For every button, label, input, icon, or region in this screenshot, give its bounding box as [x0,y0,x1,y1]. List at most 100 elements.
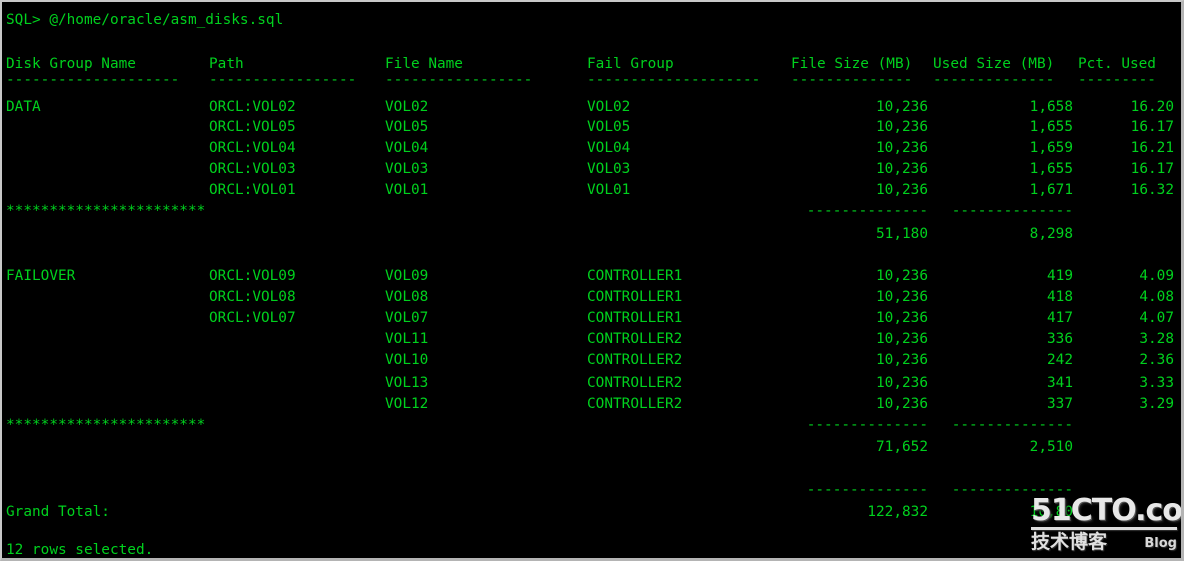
cell-fail-group: CONTROLLER2 [587,375,683,391]
cell-path: ORCL:VOL02 [209,99,296,115]
cell-fail-group: CONTROLLER1 [587,310,683,326]
rule-used-size: -------------- [933,72,1055,88]
cell-fail-group: CONTROLLER2 [587,352,683,368]
cell-file-name: VOL12 [385,396,429,412]
cell-file-name: VOL02 [385,99,429,115]
table-row: ORCL:VOL05 VOL05 VOL05 10,236 1,655 16.1… [6,117,1174,137]
cell-file-name: VOL13 [385,375,429,391]
group-subtotal-row: 51,180 8,298 [6,224,1073,244]
cell-file-name: VOL10 [385,352,429,368]
table-row: ORCL:VOL08 VOL08 CONTROLLER1 10,236 418 … [6,287,1174,307]
table-row: VOL13 CONTROLLER2 10,236 341 3.33 [6,373,1174,393]
cell-disk-group-name: DATA [6,99,41,115]
cell-fail-group: VOL04 [587,140,631,156]
cell-path: ORCL:VOL01 [209,182,296,198]
cell-pct-used: 16.17 [1130,119,1174,135]
cell-file-name: VOL08 [385,289,429,305]
subtotal-file-size: 71,652 [876,439,928,455]
cell-used-size: 418 [1047,289,1073,305]
grand-total-used-size: 10,80 [1029,504,1073,520]
cell-file-name: VOL11 [385,331,429,347]
cell-file-name: VOL05 [385,119,429,135]
group-separator-row: *********************** -------------- -… [6,201,1073,221]
cell-file-name: VOL07 [385,310,429,326]
cell-file-name: VOL03 [385,161,429,177]
cell-pct-used: 4.07 [1139,310,1174,326]
cell-pct-used: 16.32 [1130,182,1174,198]
cell-fail-group: CONTROLLER2 [587,396,683,412]
cell-used-size: 1,655 [1029,119,1073,135]
rows-selected-text: 12 rows selected. [6,542,154,558]
subtotal-rule-file-size: -------------- [806,203,928,219]
cell-file-size: 10,236 [876,182,928,198]
cell-fail-group: VOL02 [587,99,631,115]
sql-command-text: SQL> @/home/oracle/asm_disks.sql [6,12,284,28]
cell-used-size: 341 [1047,375,1073,391]
table-row: ORCL:VOL07 VOL07 CONTROLLER1 10,236 417 … [6,308,1174,328]
table-row: DATA ORCL:VOL02 VOL02 VOL02 10,236 1,658… [6,97,1174,117]
cell-used-size: 419 [1047,268,1073,284]
cell-pct-used: 3.33 [1139,375,1174,391]
cell-used-size: 1,659 [1029,140,1073,156]
cell-path: ORCL:VOL03 [209,161,296,177]
cell-pct-used: 4.09 [1139,268,1174,284]
subtotal-rule-used-size: -------------- [951,203,1073,219]
terminal-window[interactable]: SQL> @/home/oracle/asm_disks.sql Disk Gr… [0,0,1184,561]
cell-file-size: 10,236 [876,119,928,135]
cell-fail-group: CONTROLLER1 [587,268,683,284]
cell-used-size: 1,671 [1029,182,1073,198]
table-row: ORCL:VOL04 VOL04 VOL04 10,236 1,659 16.2… [6,138,1174,158]
group-separator-asterisks: *********************** [6,417,206,433]
table-row: ORCL:VOL03 VOL03 VOL03 10,236 1,655 16.1… [6,159,1174,179]
grand-total-label: Grand Total: [6,504,110,520]
rule-disk-group-name: -------------------- [6,72,180,88]
terminal-screen[interactable]: SQL> @/home/oracle/asm_disks.sql Disk Gr… [2,2,1181,558]
subtotal-rule-used-size: -------------- [951,417,1073,433]
cell-file-size: 10,236 [876,352,928,368]
cell-pct-used: 3.28 [1139,331,1174,347]
cell-file-size: 10,236 [876,99,928,115]
cell-file-name: VOL01 [385,182,429,198]
cell-fail-group: VOL03 [587,161,631,177]
cell-pct-used: 16.21 [1130,140,1174,156]
cell-file-size: 10,236 [876,140,928,156]
grand-total-file-size: 122,832 [867,504,928,520]
cell-used-size: 417 [1047,310,1073,326]
cell-pct-used: 16.17 [1130,161,1174,177]
cell-pct-used: 3.29 [1139,396,1174,412]
subtotal-used-size: 8,298 [1029,226,1073,242]
cell-file-size: 10,236 [876,310,928,326]
grand-total-rule-row: -------------- -------------- [6,480,1073,500]
cell-pct-used: 2.36 [1139,352,1174,368]
cell-path: ORCL:VOL08 [209,289,296,305]
cell-file-size: 10,236 [876,289,928,305]
table-row: VOL11 CONTROLLER2 10,236 336 3.28 [6,329,1174,349]
grand-total-row: Grand Total: 122,832 10,80 [6,502,1073,522]
cell-pct-used: 16.20 [1130,99,1174,115]
cell-file-size: 10,236 [876,268,928,284]
cell-fail-group: CONTROLLER2 [587,331,683,347]
group-separator-row: *********************** -------------- -… [6,415,1073,435]
cell-file-size: 10,236 [876,161,928,177]
cell-used-size: 1,655 [1029,161,1073,177]
cell-fail-group: CONTROLLER1 [587,289,683,305]
cell-fail-group: VOL01 [587,182,631,198]
table-row: VOL12 CONTROLLER2 10,236 337 3.29 [6,394,1174,414]
cell-file-name: VOL09 [385,268,429,284]
table-row: FAILOVER ORCL:VOL09 VOL09 CONTROLLER1 10… [6,266,1174,286]
cell-path: ORCL:VOL09 [209,268,296,284]
cell-file-size: 10,236 [876,375,928,391]
rows-selected-footer: 12 rows selected. [6,540,153,558]
subtotal-rule-file-size: -------------- [806,417,928,433]
table-row: ORCL:VOL01 VOL01 VOL01 10,236 1,671 16.3… [6,180,1174,200]
cell-path: ORCL:VOL07 [209,310,296,326]
cell-used-size: 1,658 [1029,99,1073,115]
cell-disk-group-name: FAILOVER [6,268,76,284]
cell-file-name: VOL04 [385,140,429,156]
cell-pct-used: 4.08 [1139,289,1174,305]
grand-total-rule-file-size: -------------- [806,482,928,498]
subtotal-file-size: 51,180 [876,226,928,242]
rule-file-size: -------------- [791,72,913,88]
rule-path: ----------------- [209,72,357,88]
cell-file-size: 10,236 [876,396,928,412]
